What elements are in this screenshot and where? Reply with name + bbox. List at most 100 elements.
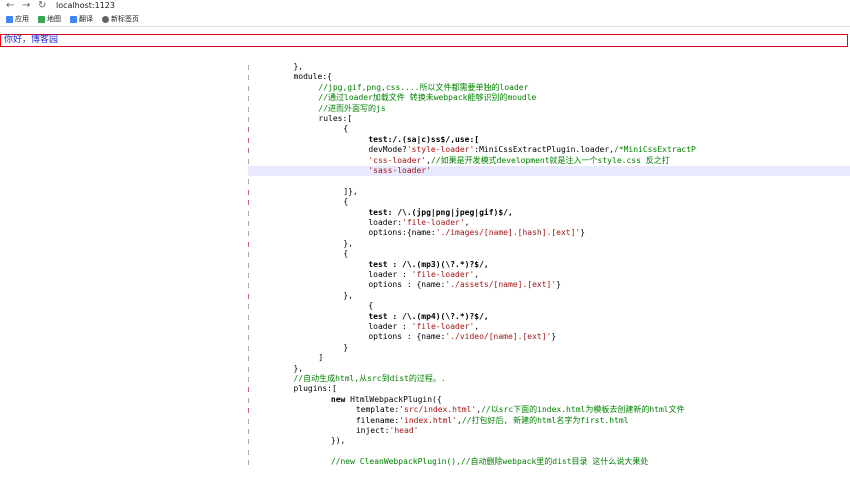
code-token: , [464,218,470,227]
code-token: , [474,270,480,279]
code-token: 'css-loader' [368,155,427,165]
code-line: ]}, [248,187,850,197]
forward-arrow-icon[interactable]: → [22,0,30,11]
code-token: test: /\.(jpg|png|jpeg|gif)$/, [368,207,513,217]
code-token: //new CleanWebpackPlugin(),//自动删除webpack… [330,457,649,467]
code-line: }, [248,62,850,72]
code-line: //jpg,gif,png,css....所以文件都需要单独的loader [248,83,850,93]
reload-icon[interactable]: ↻ [38,0,46,11]
code-line: template:'src/index.html',//以src下面的index… [248,405,850,415]
code-line: { [248,124,850,134]
code-token: //通过loader加载文件 转换未webpack能够识别的moudle [318,93,537,103]
code-line: //自动生成html,从src到dist的过程。. [248,374,850,384]
code-line: 'sass-loader' [248,166,850,176]
code-token: HtmlWebpackPlugin({ [350,394,442,404]
code-token: 'file-loader' [402,218,465,227]
code-token: ] [318,353,324,363]
code-token: loader: [368,218,403,227]
bookmark-label: 新标签页 [111,15,139,23]
code-token: 'index.html' [399,415,457,425]
code-line: inject:'head' [248,426,850,436]
code-token: 'file-loader' [411,322,475,331]
code-token: plugins:[ [293,384,337,394]
browser-toolbar: ← → ↻ localhost:1123 [0,0,850,13]
newtab-icon [102,16,109,23]
code-token: //打包好后, 新建的html名字为first.html [461,415,629,425]
code-token: test : /\.(mp3)(\?.*)?$/, [368,259,489,269]
code-line: //通过loader加载文件 转换未webpack能够识别的moudle [248,93,850,103]
bookmark-maps[interactable]: 地图 [38,14,61,25]
translate-icon [70,16,77,23]
address-bar[interactable]: localhost:1123 [56,0,115,11]
code-token: module:{ [293,72,332,82]
back-arrow-icon[interactable]: ← [6,0,14,11]
code-token: { [343,124,349,134]
code-token: } [343,342,349,352]
code-line: devMode?'style-loader':MiniCssExtractPlu… [248,145,850,155]
code-token: options : {name: [368,332,446,342]
code-line: }, [248,291,850,301]
code-line: options : {name:'./assets/[name].[ext]'} [248,280,850,290]
code-line: rules:[ [248,114,850,124]
code-token: //进而外面写的js [318,103,386,113]
code-image: }, module:{//jpg,gif,png,css....所以文件都需要单独… [248,62,850,480]
code-token: loader : [368,270,412,279]
code-token: //如果是开发模式development就是注入一个style.css 反之打 [430,155,670,165]
code-token: }), [330,436,346,446]
code-line: test : /\.(mp4)(\?.*)?$/, [248,312,850,322]
code-token: inject: [355,426,390,435]
bookmark-apps[interactable]: 应用 [6,14,29,25]
bookmark-translate[interactable]: 翻译 [70,14,93,25]
code-line: options:{name:'./images/[name].[hash].[e… [248,228,850,238]
code-token: } [556,280,561,290]
code-token: }, [293,363,304,373]
bookmark-label: 翻译 [79,15,93,23]
code-token: options : {name: [368,280,446,290]
code-token: loader : [368,322,412,331]
code-token: test : /\.(mp4)(\?.*)?$/, [368,311,489,321]
code-line: //进而外面写的js [248,104,850,114]
code-line: loader : 'file-loader', [248,270,850,280]
code-token: 'sass-loader' [368,166,431,175]
code-token: { [368,301,374,311]
bookmark-newtab[interactable]: 新标签页 [102,14,139,25]
code-token: options:{name: [368,228,436,238]
code-token: rules:[ [318,114,353,123]
maps-icon [38,16,45,23]
code-line: new HtmlWebpackPlugin({ [248,395,850,405]
apps-icon [6,16,13,23]
code-line: }, [248,364,850,374]
code-token: }, [293,62,304,71]
code-line: { [248,249,850,259]
code-token: 'file-loader' [411,270,475,279]
code-token: , [474,322,480,331]
code-line: test : /\.(mp3)(\?.*)?$/, [248,260,850,270]
code-line: ] [248,353,850,363]
code-token: { [343,249,349,259]
code-line: plugins:[ [248,384,850,394]
code-line: loader : 'file-loader', [248,322,850,332]
code-token: test:/.(sa|c)ss$/,use:[ [368,134,480,144]
code-line: //new CleanWebpackPlugin(),//自动删除webpack… [248,457,850,467]
code-line: module:{ [248,72,850,82]
code-token: 'src/index.html' [399,405,477,415]
code-line: test: /\.(jpg|png|jpeg|gif)$/, [248,208,850,218]
code-line: { [248,301,850,311]
code-token: } [580,228,586,238]
code-token: //自动生成html,从src到dist的过程。. [293,374,446,383]
code-line: test:/.(sa|c)ss$/,use:[ [248,135,850,145]
greeting-text: 你好，博客园 [4,35,59,45]
code-token: //jpg,gif,png,css....所以文件都需要单独的loader [318,82,529,92]
code-line: { [248,197,850,207]
code-line: loader:'file-loader', [248,218,850,228]
code-token: }, [343,290,353,300]
code-token: :MiniCssExtractPlugin.loader, [474,145,614,155]
code-line: } [248,343,850,353]
code-token: filename: [355,415,400,425]
code-token: './video/[name].[ext]' [445,332,552,342]
code-line: }), [248,436,850,446]
code-token: template: [355,405,400,415]
bookmarks-bar: 应用 地图 翻译 新标签页 [0,13,850,27]
